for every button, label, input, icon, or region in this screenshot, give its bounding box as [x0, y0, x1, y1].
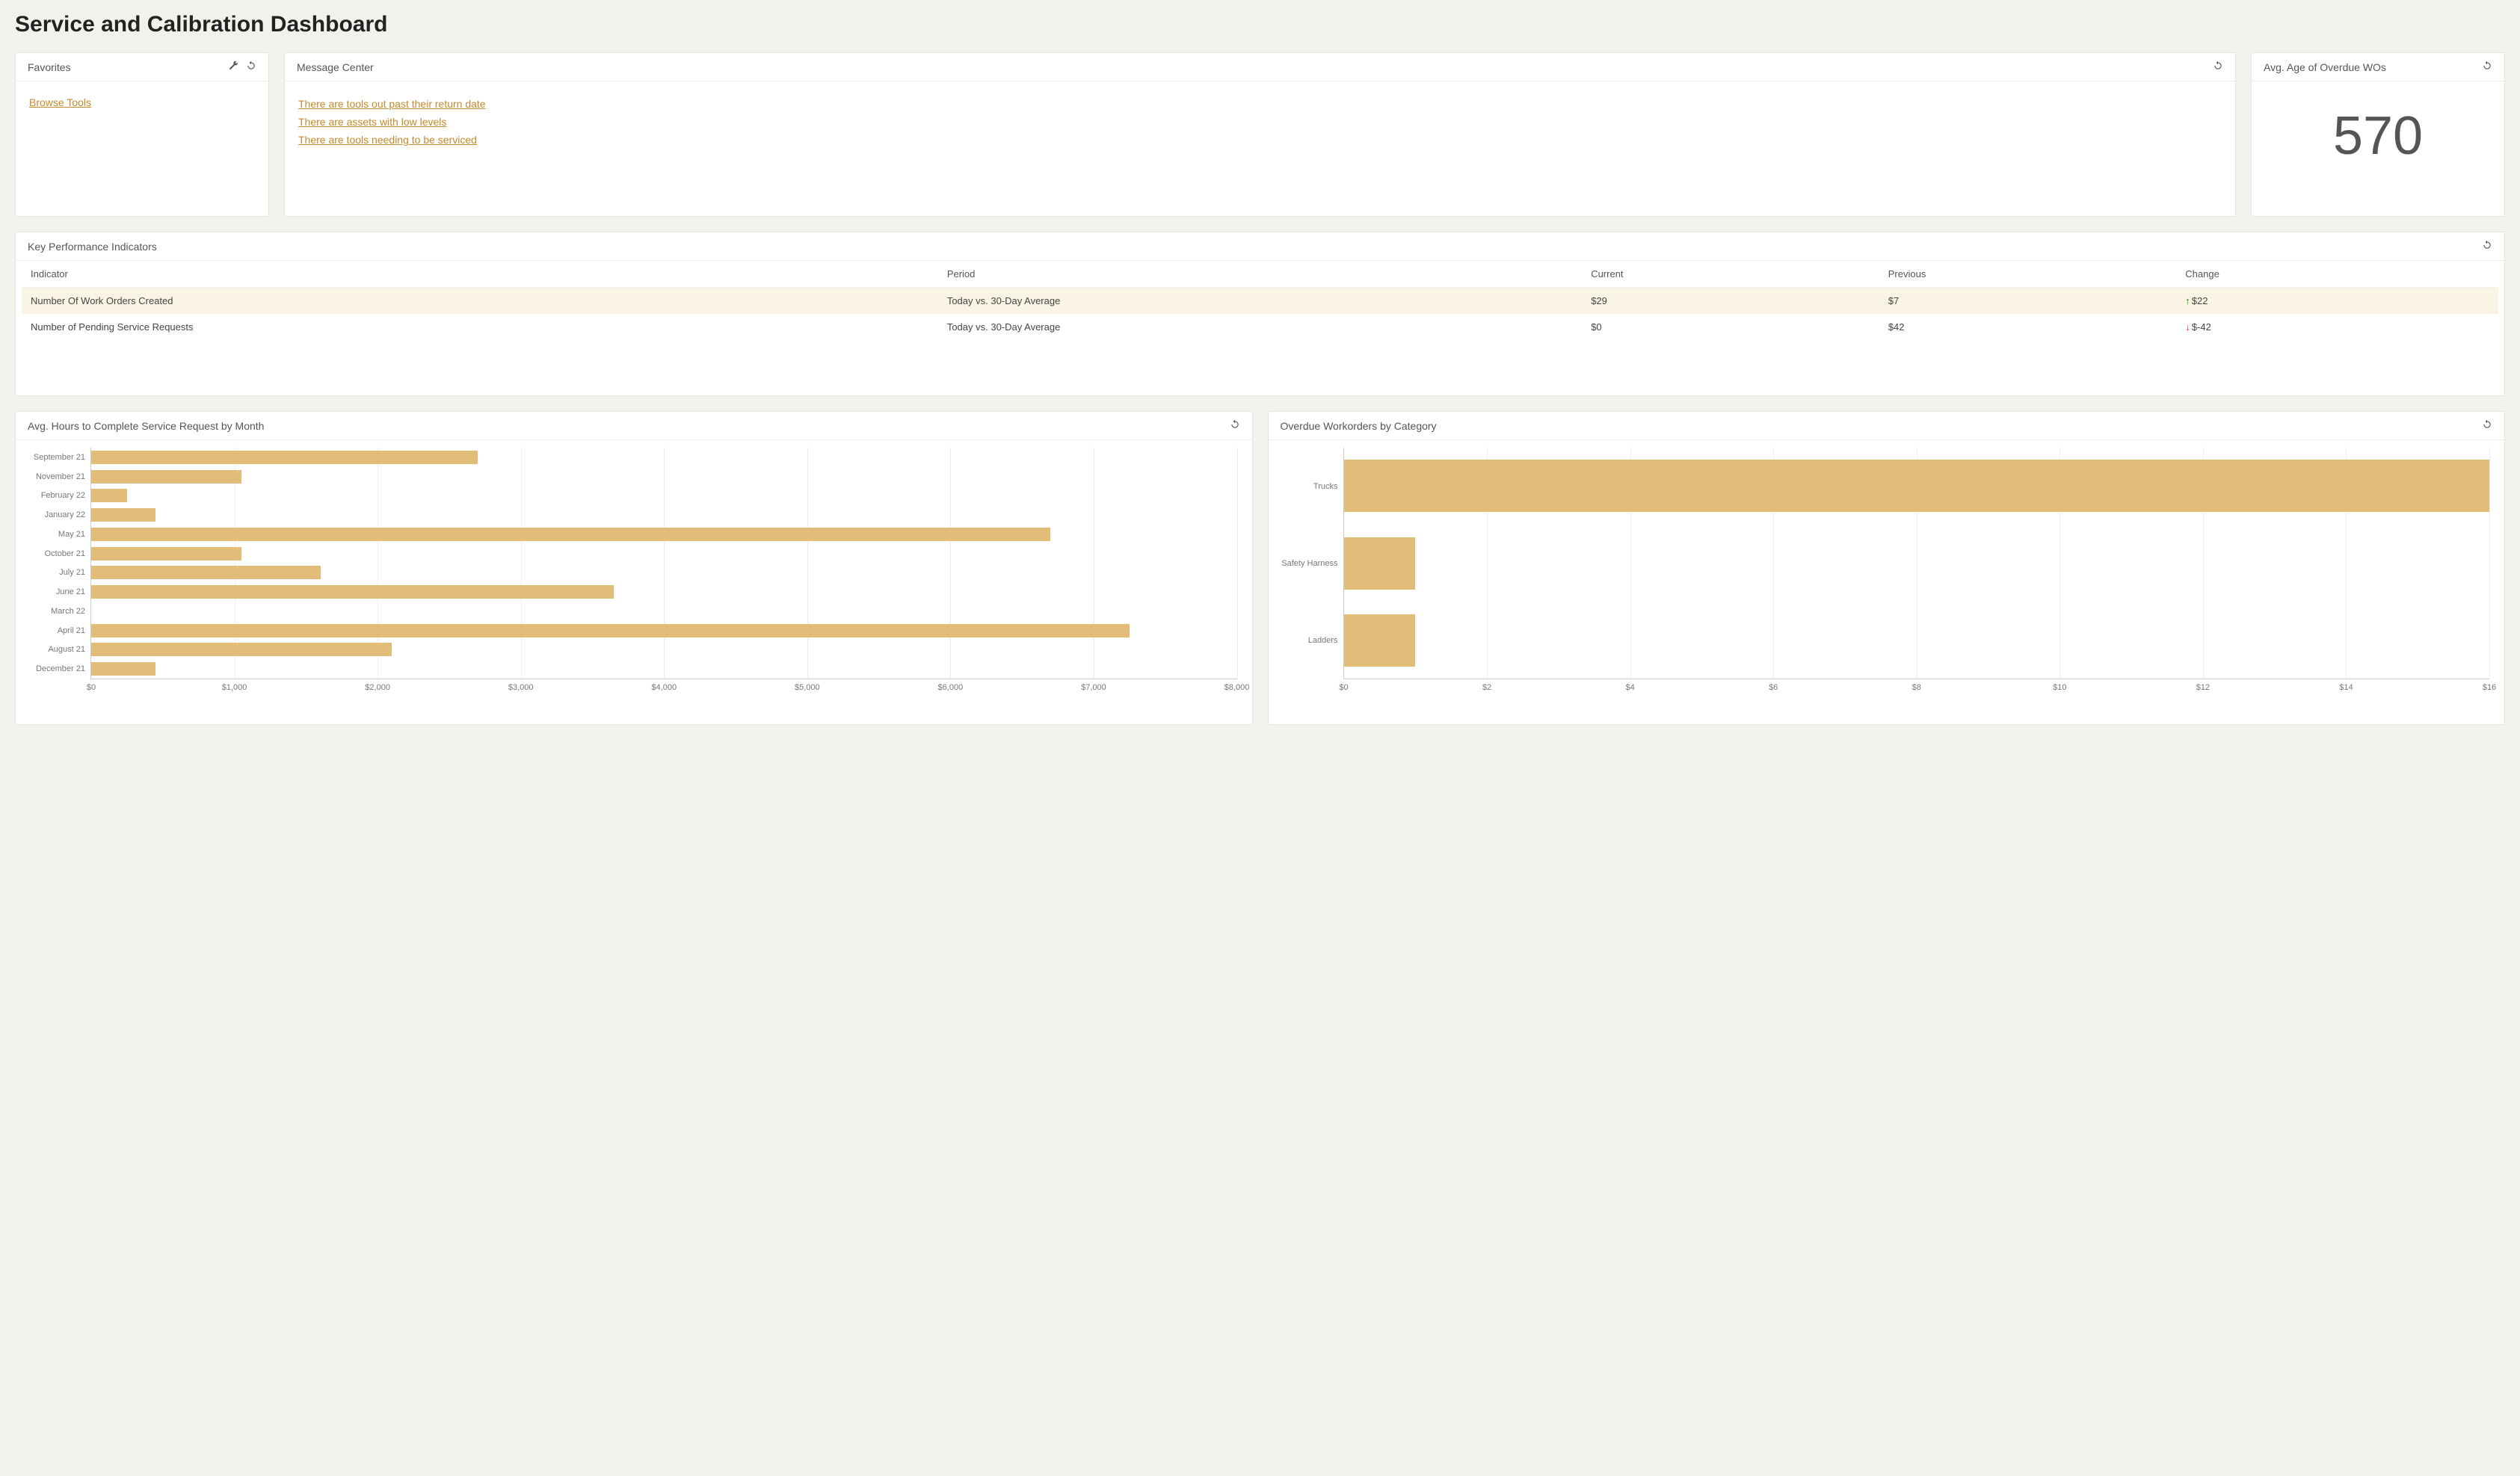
- chart-bar[interactable]: [1344, 614, 1416, 667]
- kpi-cell: Number of Pending Service Requests: [22, 314, 938, 340]
- chart-bar[interactable]: [91, 624, 1130, 637]
- avg-overdue-title: Avg. Age of Overdue WOs: [2264, 61, 2386, 73]
- kpi-table: IndicatorPeriodCurrentPreviousChangeNumb…: [22, 261, 2498, 340]
- chart-bar[interactable]: [91, 643, 392, 656]
- x-tick-label: $10: [2053, 679, 2066, 692]
- x-tick-label: $8,000: [1224, 679, 1250, 692]
- wrench-icon[interactable]: [228, 61, 238, 73]
- kpi-header: Previous: [1879, 261, 2177, 288]
- chart-overdue: $0 $2 $4 $6 $8 $10 $12 $14 $16 Trucks Safety Harne…: [1269, 440, 2505, 709]
- chart-hours: $0 $1,000 $2,000 $3,000 $4,000 $5,000 $6,000 $7…: [16, 440, 1252, 709]
- x-tick-label: $6,000: [938, 679, 964, 692]
- kpi-header: Indicator: [22, 261, 938, 288]
- panel-chart-hours: Avg. Hours to Complete Service Request b…: [15, 411, 1253, 725]
- x-tick-label: $0: [87, 679, 96, 692]
- y-tick-label: May 21: [20, 530, 91, 539]
- x-tick-label: $8: [1912, 679, 1921, 692]
- chart-bar[interactable]: [91, 470, 241, 484]
- x-tick-label: $3,000: [508, 679, 534, 692]
- message-link[interactable]: There are tools needing to be serviced: [298, 134, 2222, 146]
- y-tick-label: July 21: [20, 568, 91, 577]
- panel-chart-overdue: Overdue Workorders by Category $0$2$4$6$…: [1268, 411, 2506, 725]
- x-tick-label: $4: [1626, 679, 1635, 692]
- favorites-title: Favorites: [28, 61, 71, 73]
- x-tick-label: $2: [1482, 679, 1491, 692]
- kpi-header: Period: [938, 261, 1582, 288]
- kpi-cell: $0: [1582, 314, 1879, 340]
- x-tick-label: $16: [2483, 679, 2496, 692]
- y-tick-label: November 21: [20, 472, 91, 481]
- kpi-cell: $29: [1582, 288, 1879, 315]
- x-tick-label: $7,000: [1081, 679, 1106, 692]
- kpi-header: Change: [2176, 261, 2498, 288]
- y-tick-label: April 21: [20, 626, 91, 635]
- x-tick-label: $14: [2339, 679, 2353, 692]
- y-tick-label: September 21: [20, 453, 91, 462]
- chart-bar[interactable]: [91, 451, 478, 464]
- chart-bar[interactable]: [91, 547, 241, 561]
- chart-bar[interactable]: [91, 489, 127, 502]
- refresh-icon[interactable]: [2213, 61, 2223, 73]
- x-tick-label: $6: [1769, 679, 1778, 692]
- y-tick-label: October 21: [20, 549, 91, 558]
- y-tick-label: Ladders: [1273, 636, 1344, 645]
- refresh-icon[interactable]: [2482, 240, 2492, 253]
- x-tick-label: $2,000: [365, 679, 390, 692]
- y-tick-label: Trucks: [1273, 482, 1344, 491]
- refresh-icon[interactable]: [2482, 61, 2492, 73]
- chart-bar[interactable]: [91, 662, 155, 676]
- y-tick-label: January 22: [20, 510, 91, 519]
- y-tick-label: June 21: [20, 587, 91, 596]
- kpi-change: ↑$22: [2176, 288, 2498, 315]
- kpi-cell: Today vs. 30-Day Average: [938, 314, 1582, 340]
- panel-avg-overdue: Avg. Age of Overdue WOs 570: [2251, 52, 2505, 217]
- refresh-icon[interactable]: [246, 61, 256, 73]
- chart-bar[interactable]: [91, 566, 321, 579]
- panel-kpi: Key Performance Indicators IndicatorPeri…: [15, 232, 2505, 396]
- y-tick-label: December 21: [20, 664, 91, 673]
- kpi-header: Current: [1582, 261, 1879, 288]
- panel-favorites: Favorites Browse Tools: [15, 52, 269, 217]
- kpi-cell: $42: [1879, 314, 2177, 340]
- x-tick-label: $1,000: [222, 679, 247, 692]
- kpi-cell: Number Of Work Orders Created: [22, 288, 938, 315]
- chart-bar[interactable]: [1344, 537, 1416, 590]
- y-tick-label: August 21: [20, 645, 91, 654]
- y-tick-label: February 22: [20, 491, 91, 500]
- message-link[interactable]: There are tools out past their return da…: [298, 98, 2222, 110]
- y-tick-label: Safety Harness: [1273, 559, 1344, 568]
- message-link[interactable]: There are assets with low levels: [298, 116, 2222, 128]
- panel-message-center: Message Center There are tools out past …: [284, 52, 2236, 217]
- kpi-row[interactable]: Number of Pending Service RequestsToday …: [22, 314, 2498, 340]
- x-tick-label: $5,000: [795, 679, 820, 692]
- refresh-icon[interactable]: [2482, 419, 2492, 432]
- avg-overdue-value: 570: [2265, 92, 2491, 167]
- refresh-icon[interactable]: [1230, 419, 1240, 432]
- x-tick-label: $0: [1339, 679, 1348, 692]
- kpi-title: Key Performance Indicators: [28, 241, 157, 253]
- chart-bar[interactable]: [1344, 460, 2490, 512]
- kpi-cell: Today vs. 30-Day Average: [938, 288, 1582, 315]
- chart-overdue-title: Overdue Workorders by Category: [1281, 420, 1437, 432]
- favorite-link[interactable]: Browse Tools: [29, 96, 91, 108]
- chart-bar[interactable]: [91, 585, 614, 599]
- x-tick-label: $4,000: [651, 679, 677, 692]
- page-title: Service and Calibration Dashboard: [15, 12, 2505, 37]
- message-center-title: Message Center: [297, 61, 374, 73]
- kpi-change: ↓$-42: [2176, 314, 2498, 340]
- kpi-row[interactable]: Number Of Work Orders CreatedToday vs. 3…: [22, 288, 2498, 315]
- y-tick-label: March 22: [20, 607, 91, 616]
- kpi-cell: $7: [1879, 288, 2177, 315]
- chart-hours-title: Avg. Hours to Complete Service Request b…: [28, 420, 264, 432]
- chart-bar[interactable]: [91, 528, 1050, 541]
- chart-bar[interactable]: [91, 508, 155, 522]
- x-tick-label: $12: [2196, 679, 2210, 692]
